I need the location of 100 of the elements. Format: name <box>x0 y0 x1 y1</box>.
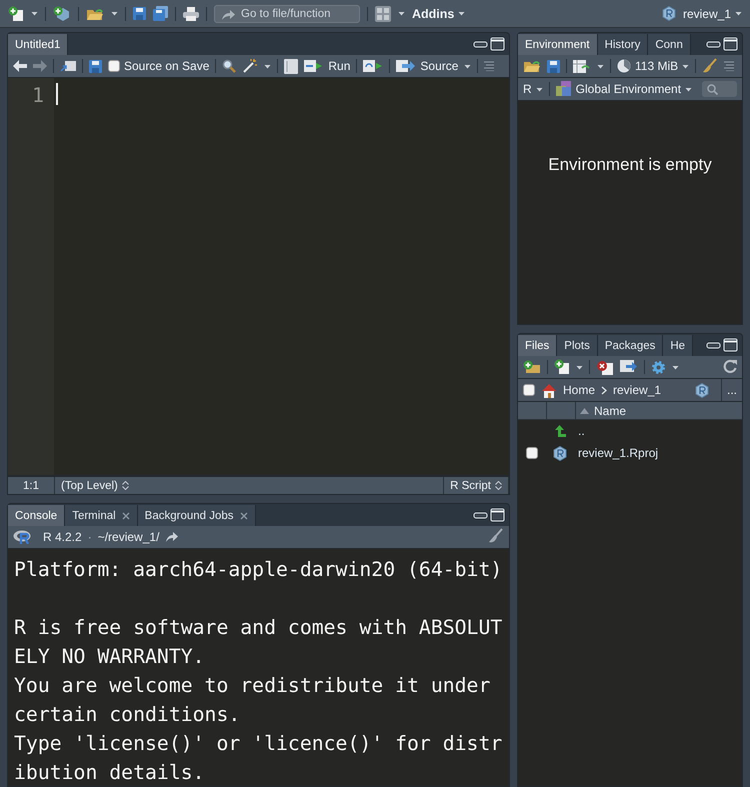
sort-ascending-icon <box>580 408 589 414</box>
source-button[interactable]: Source <box>396 59 458 73</box>
printer-icon[interactable] <box>183 6 199 20</box>
pane-tab[interactable]: Files <box>518 335 558 356</box>
maximize-icon[interactable] <box>723 338 738 352</box>
pane-tab[interactable]: Background Jobs <box>138 505 256 526</box>
breadcrumb-link[interactable]: Home <box>563 383 596 397</box>
caret-icon[interactable] <box>685 86 692 92</box>
caret-icon[interactable] <box>264 64 272 68</box>
outline-icon[interactable] <box>484 61 494 71</box>
minimize-icon[interactable] <box>473 40 488 48</box>
pane-tab[interactable]: Console <box>8 505 66 526</box>
minimize-icon[interactable] <box>473 511 488 519</box>
open-folder-icon[interactable] <box>86 6 104 20</box>
broom-icon[interactable] <box>702 58 718 74</box>
console-output-line: You are welcome to redistribute it under <box>14 673 492 699</box>
pane-tab[interactable]: Conn <box>648 34 691 55</box>
new-file-icon[interactable] <box>554 359 570 375</box>
caret-icon[interactable] <box>536 86 543 92</box>
pane-tab[interactable]: He <box>663 335 694 356</box>
r-project-icon <box>553 446 567 460</box>
back-arrow-icon[interactable] <box>13 60 27 72</box>
row-checkbox[interactable] <box>526 447 538 459</box>
breadcrumb-link[interactable]: review_1 <box>613 383 662 397</box>
settings-icon[interactable] <box>651 360 666 374</box>
chevron-icon <box>601 386 608 394</box>
refresh-icon[interactable] <box>723 358 737 372</box>
caret-icon[interactable] <box>111 11 118 16</box>
caret-icon[interactable] <box>398 11 405 16</box>
go-to-directory-icon[interactable] <box>165 532 178 542</box>
rerun-icon[interactable] <box>363 60 384 72</box>
sort-arrows-icon <box>122 481 129 490</box>
load-folder-icon[interactable] <box>523 59 541 73</box>
caret-icon[interactable] <box>31 11 38 16</box>
select-all-checkbox[interactable] <box>523 384 535 396</box>
search-icon <box>707 84 718 94</box>
scope-selector[interactable]: (Top Level) <box>55 477 444 494</box>
caret-icon[interactable] <box>682 64 690 68</box>
grid-icon[interactable] <box>375 6 391 22</box>
caret-icon[interactable] <box>576 364 583 370</box>
console-output-line: Type 'license()' or 'licence()' for distr <box>14 731 504 757</box>
console-output-line: ELY NO WARRANTY. <box>14 644 206 670</box>
maximize-icon[interactable] <box>490 37 505 51</box>
file-name-link[interactable]: review_1.Rproj <box>574 446 658 460</box>
environment-icon <box>556 81 572 97</box>
text-cursor <box>56 83 58 105</box>
share-arrow-icon <box>221 8 235 20</box>
maximize-icon[interactable] <box>723 37 738 51</box>
save-icon[interactable] <box>547 60 560 72</box>
cursor-position: 1:1 <box>8 477 55 494</box>
run-arrow-icon <box>304 60 324 72</box>
show-in-window-icon[interactable] <box>60 59 76 73</box>
console-output-line: certain conditions. <box>14 702 242 728</box>
sort-arrows-icon <box>495 481 502 490</box>
language-menu[interactable]: R <box>523 82 543 96</box>
project-menu[interactable]: review_1 <box>662 6 742 21</box>
go-to-file-field[interactable]: Go to file/function <box>214 4 360 22</box>
caret-icon[interactable] <box>672 364 679 370</box>
memory-usage-button[interactable]: 113 MiB <box>617 59 690 73</box>
magic-wand-icon[interactable] <box>242 58 258 74</box>
import-dataset-icon[interactable] <box>573 60 591 72</box>
save-icon[interactable] <box>89 60 102 72</box>
pane-tab[interactable]: Environment <box>518 34 598 55</box>
close-icon[interactable] <box>240 512 248 520</box>
run-button[interactable]: Run <box>304 59 350 73</box>
caret-icon[interactable] <box>464 64 472 68</box>
new-folder-icon[interactable] <box>523 360 541 374</box>
new-file-icon[interactable] <box>8 6 24 22</box>
file-type-selector[interactable]: R Script <box>444 477 509 494</box>
minimize-icon[interactable] <box>706 341 721 349</box>
environment-menu[interactable]: Global Environment <box>556 81 692 97</box>
list-view-icon[interactable] <box>724 61 734 71</box>
pane-tab[interactable]: Packages <box>598 335 664 356</box>
delete-file-icon[interactable] <box>596 360 614 374</box>
clear-console-icon[interactable] <box>488 528 504 544</box>
close-icon[interactable] <box>122 512 130 520</box>
search-icon[interactable] <box>222 59 236 73</box>
more-button[interactable]: ... <box>720 379 742 401</box>
pane-tab[interactable]: History <box>598 34 648 55</box>
addins-menu[interactable]: Addins <box>412 6 466 20</box>
source-arrow-icon <box>396 60 416 72</box>
source-on-save-checkbox[interactable]: Source on Save <box>108 59 210 73</box>
pane-tab[interactable]: Terminal <box>65 505 138 526</box>
separator-dot: · <box>88 530 92 544</box>
caret-icon[interactable] <box>458 11 466 16</box>
new-project-icon[interactable] <box>53 6 71 22</box>
r-logo-icon <box>13 530 33 544</box>
caret-icon[interactable] <box>597 64 604 68</box>
caret-icon[interactable] <box>735 11 742 16</box>
save-all-icon[interactable] <box>153 6 168 21</box>
save-icon[interactable] <box>133 7 146 20</box>
file-name-link[interactable]: .. <box>574 424 585 438</box>
search-field[interactable] <box>702 81 737 97</box>
working-directory: ~/review_1/ <box>98 530 160 544</box>
maximize-icon[interactable] <box>490 508 505 522</box>
pane-tab[interactable]: Plots <box>557 335 598 356</box>
pane-tab[interactable]: Untitled1 <box>8 34 68 55</box>
move-file-icon[interactable] <box>620 360 638 374</box>
notebook-icon[interactable] <box>284 58 298 74</box>
minimize-icon[interactable] <box>706 40 721 48</box>
